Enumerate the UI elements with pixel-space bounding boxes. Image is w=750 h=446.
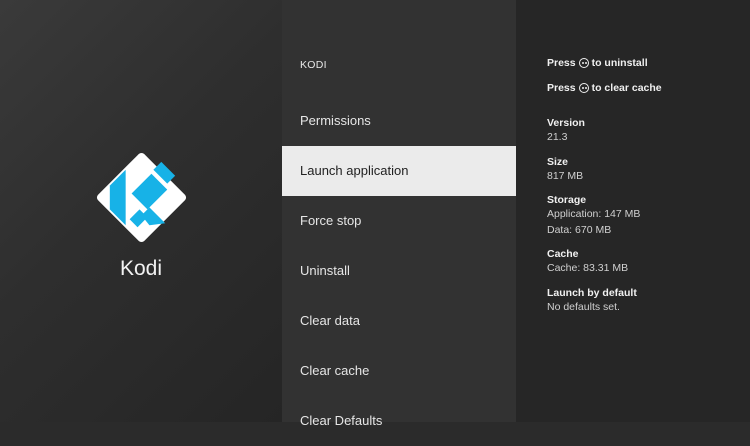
hint-prefix: Press — [547, 57, 576, 69]
kodi-logo-icon — [96, 152, 187, 243]
app-name: Kodi — [119, 257, 163, 280]
info-value: 817 MB — [547, 169, 584, 182]
info-label: Launch by default — [547, 286, 637, 299]
uninstall-hint: Press to uninstall — [547, 57, 648, 69]
info-label: Cache — [547, 248, 579, 260]
info-label: Version — [547, 117, 585, 129]
info-value: Application: 147 MB — [547, 208, 641, 220]
launch-by-default-info: Launch by default No defaults set. — [547, 286, 747, 316]
info-label: Storage — [547, 194, 587, 206]
hint-suffix: to clear cache — [591, 82, 662, 94]
info-value: No defaults set. — [547, 300, 620, 313]
remote-menu-button-icon — [578, 58, 589, 68]
launch-application-menu-item[interactable]: Launch application — [282, 146, 516, 196]
app-actions-pane: KODI Permissions Launch application Forc… — [282, 0, 516, 428]
version-info: Version 21.3 — [547, 116, 747, 146]
info-value: Cache: 83.31 MB — [547, 262, 629, 274]
remote-menu-button-icon — [578, 83, 589, 93]
clear-cache-menu-item[interactable]: Clear cache — [282, 346, 516, 396]
uninstall-menu-item[interactable]: Uninstall — [282, 246, 516, 296]
force-stop-menu-item[interactable]: Force stop — [282, 196, 516, 246]
info-label: Size — [547, 155, 569, 168]
app-info-pane: Press to uninstall Press to clear cache … — [516, 0, 750, 422]
permissions-menu-item[interactable]: Permissions — [282, 96, 516, 146]
info-value: 21.3 — [547, 131, 568, 143]
clear-defaults-menu-item[interactable]: Clear Defaults — [282, 396, 516, 446]
cache-info: Cache Cache: 83.31 MB — [547, 247, 747, 277]
hint-suffix: to uninstall — [591, 57, 648, 69]
storage-info: Storage Application: 147 MB Data: 670 MB — [547, 193, 747, 238]
app-actions-menu: Permissions Launch application Force sto… — [282, 96, 516, 446]
info-value: Data: 670 MB — [547, 223, 612, 236]
size-info: Size 817 MB — [547, 155, 747, 185]
app-summary-pane: Kodi — [0, 0, 282, 422]
app-header: KODI — [300, 59, 327, 71]
clear-cache-hint: Press to clear cache — [547, 82, 662, 94]
hint-prefix: Press — [547, 82, 576, 94]
app-info-list: Version 21.3 Size 817 MB Storage Applica… — [547, 116, 747, 324]
clear-data-menu-item[interactable]: Clear data — [282, 296, 516, 346]
